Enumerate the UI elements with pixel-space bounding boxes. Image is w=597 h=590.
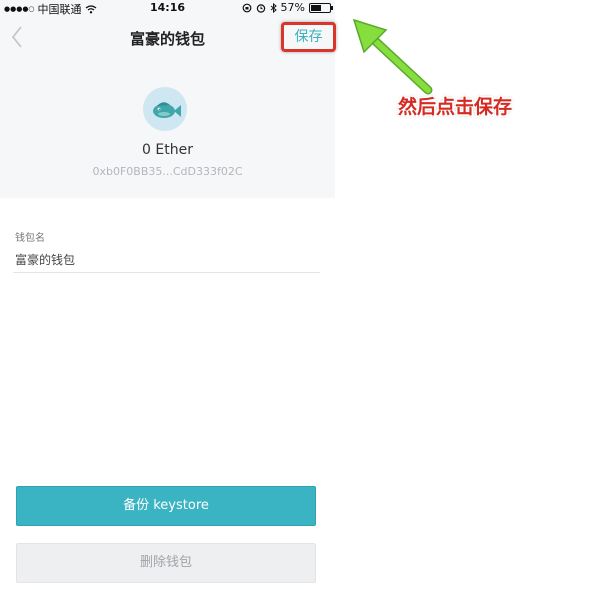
wallet-address: 0xb0F0BB35...CdD333f02C [92, 165, 243, 178]
annotation-arrow-icon [352, 18, 433, 95]
battery-level-fill [311, 4, 322, 11]
delete-wallet-button[interactable]: 删除钱包 [16, 543, 316, 583]
wallet-balance: 0 Ether [142, 142, 193, 158]
status-bar: ●●●●○ 中国联通 14:16 57% [0, 0, 335, 16]
annotation-text: 然后点击保存 [398, 96, 513, 118]
fish-icon [153, 102, 181, 118]
bluetooth-icon [270, 2, 277, 13]
phone-screen: ●●●●○ 中国联通 14:16 57% 富豪的钱包 保存 0 Ether 0x… [0, 0, 336, 590]
wallet-avatar [143, 87, 187, 131]
battery-tip [331, 5, 333, 10]
status-bar-right: 57% [242, 1, 333, 14]
alarm-icon [256, 3, 265, 13]
backup-keystore-button[interactable]: 备份 keystore [16, 486, 316, 526]
battery-percent: 57% [280, 1, 305, 14]
save-button[interactable]: 保存 [281, 22, 336, 52]
wallet-name-label: 钱包名 [15, 233, 45, 244]
wallet-name-input[interactable] [13, 246, 320, 273]
battery-icon [309, 2, 333, 13]
orientation-lock-icon [242, 3, 251, 12]
